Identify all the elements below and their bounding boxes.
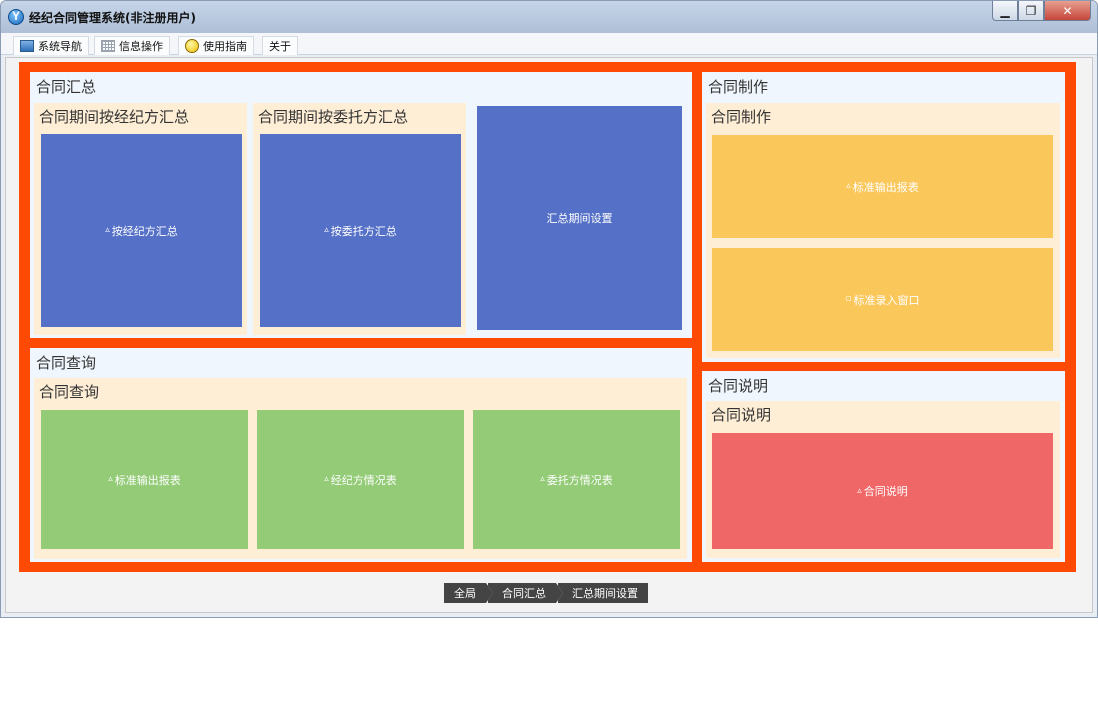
tile-summary-by-client[interactable]: ▵ 按委托方汇总 [260, 134, 461, 327]
panel-title: 合同汇总 [36, 78, 97, 96]
panel-title: 合同制作 [708, 78, 769, 96]
group-by-agent: 合同期间按经纪方汇总 ▵ 按经纪方汇总 [34, 103, 247, 335]
tile-label: 标准输出报表 [114, 473, 181, 487]
menu-label: 系统导航 [38, 40, 82, 53]
dashboard-frame: 合同汇总 合同期间按经纪方汇总 ▵ 按经纪方汇总 合同期间按委托方汇总 ▵ 按委… [19, 62, 1076, 572]
report-icon: ▵ [846, 181, 851, 191]
tile-summary-by-agent[interactable]: ▵ 按经纪方汇总 [41, 134, 242, 327]
bulb-icon [185, 39, 199, 53]
panel-contract-summary: 合同汇总 合同期间按经纪方汇总 ▵ 按经纪方汇总 合同期间按委托方汇总 ▵ 按委… [30, 72, 692, 338]
app-logo-icon [8, 9, 24, 25]
window-icon: ▫ [845, 294, 852, 304]
breadcrumb-label: 全局 [454, 587, 476, 600]
group-query: 合同查询 ▵ 标准输出报表 ▵ 经纪方情况表 ▵ 委托方情况表 [34, 378, 687, 559]
panel-contract-production: 合同制作 合同制作 ▵ 标准输出报表 ▫ 标准录入窗口 [702, 72, 1065, 362]
close-button[interactable]: ✕ [1044, 1, 1091, 21]
group-by-client: 合同期间按委托方汇总 ▵ 按委托方汇总 [253, 103, 466, 335]
menu-info-ops[interactable]: 信息操作 [94, 36, 170, 55]
group-description: 合同说明 ▵ 合同说明 [706, 401, 1060, 558]
tile-query-standard-report[interactable]: ▵ 标准输出报表 [41, 410, 248, 549]
tile-label: 按委托方汇总 [330, 224, 397, 238]
group-title: 合同期间按委托方汇总 [258, 108, 409, 126]
tile-label: 经纪方情况表 [330, 473, 397, 487]
menu-about[interactable]: 关于 [262, 36, 298, 55]
breadcrumb: 全局 合同汇总 汇总期间设置 [444, 583, 650, 603]
group-title: 合同制作 [711, 108, 772, 126]
tile-label: 按经纪方汇总 [111, 224, 178, 238]
report-icon: ▵ [324, 474, 329, 484]
report-icon: ▵ [108, 474, 113, 484]
panel-contract-query: 合同查询 合同查询 ▵ 标准输出报表 ▵ 经纪方情况表 ▵ 委托方情况表 [30, 348, 692, 562]
menu-system-nav[interactable]: 系统导航 [13, 36, 89, 55]
maximize-button[interactable]: ❐ [1018, 1, 1044, 21]
breadcrumb-item-global[interactable]: 全局 [444, 583, 493, 603]
group-production: 合同制作 ▵ 标准输出报表 ▫ 标准录入窗口 [706, 103, 1060, 358]
report-icon: ▵ [324, 225, 329, 235]
window-title: 经纪合同管理系统(非注册用户) [29, 11, 196, 25]
grid-icon [101, 40, 115, 52]
report-icon: ▵ [857, 485, 862, 496]
tile-query-client-status[interactable]: ▵ 委托方情况表 [473, 410, 680, 549]
tile-summary-period-settings[interactable]: 汇总期间设置 [477, 106, 682, 330]
menu-user-guide[interactable]: 使用指南 [178, 36, 254, 55]
tile-standard-input-window[interactable]: ▫ 标准录入窗口 [712, 248, 1053, 351]
tile-contract-description[interactable]: ▵ 合同说明 [712, 433, 1053, 549]
panel-title: 合同说明 [708, 377, 769, 395]
tile-label: 委托方情况表 [546, 473, 613, 487]
tile-label: 合同说明 [863, 485, 908, 498]
group-title: 合同查询 [39, 383, 100, 401]
report-icon: ▵ [540, 474, 545, 484]
tile-label: 标准录入窗口 [853, 293, 920, 307]
menu-bar: 系统导航 信息操作 使用指南 关于 [1, 33, 1097, 55]
breadcrumb-label: 合同汇总 [502, 587, 546, 600]
title-bar[interactable]: 经纪合同管理系统(非注册用户) ▁ ❐ ✕ [1, 1, 1097, 33]
tile-standard-output-report[interactable]: ▵ 标准输出报表 [712, 135, 1053, 238]
group-title: 合同说明 [711, 406, 772, 424]
report-icon: ▵ [105, 225, 110, 235]
tile-query-agent-status[interactable]: ▵ 经纪方情况表 [257, 410, 464, 549]
minimize-button[interactable]: ▁ [992, 1, 1018, 21]
menu-label: 关于 [269, 40, 291, 53]
menu-label: 信息操作 [119, 40, 163, 53]
tile-label: 标准输出报表 [852, 180, 919, 194]
menu-label: 使用指南 [203, 40, 247, 53]
breadcrumb-item-period-settings[interactable]: 汇总期间设置 [556, 583, 648, 603]
breadcrumb-label: 汇总期间设置 [572, 587, 638, 600]
group-title: 合同期间按经纪方汇总 [39, 108, 190, 126]
tile-label: 汇总期间设置 [546, 212, 613, 225]
panel-title: 合同查询 [36, 354, 97, 372]
monitor-icon [20, 40, 34, 52]
breadcrumb-item-summary[interactable]: 合同汇总 [486, 583, 563, 603]
panel-contract-description: 合同说明 合同说明 ▵ 合同说明 [702, 371, 1065, 562]
